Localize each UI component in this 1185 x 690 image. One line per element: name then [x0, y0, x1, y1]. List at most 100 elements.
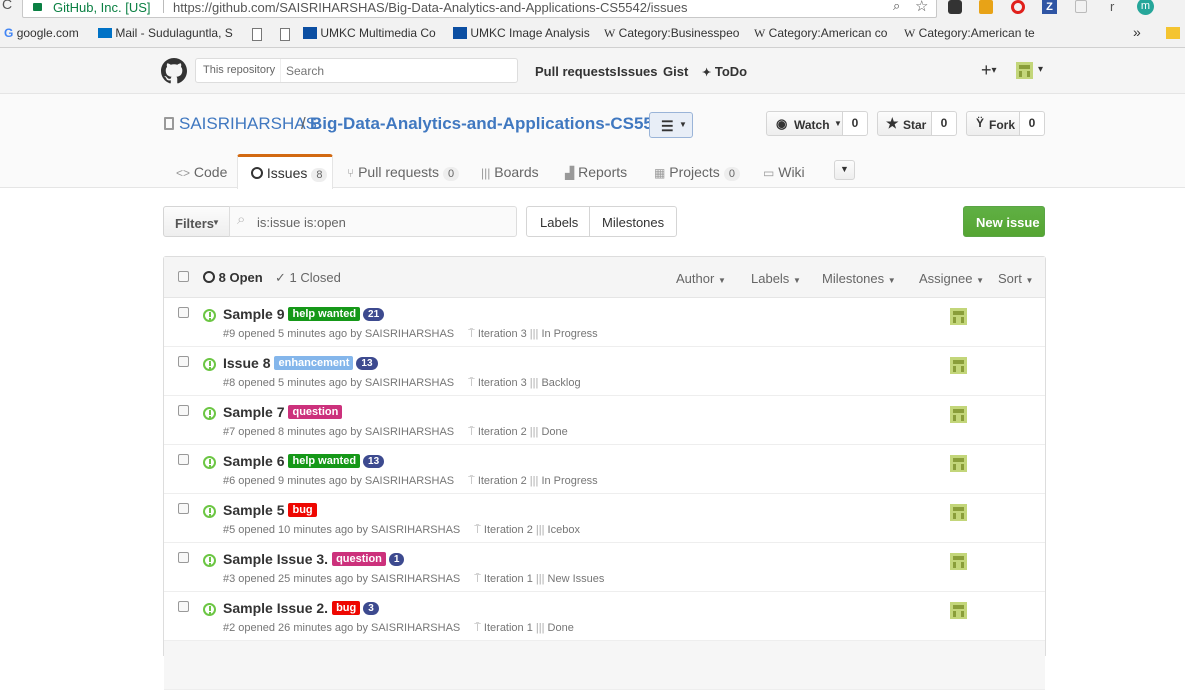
opera-icon[interactable]: [1011, 0, 1025, 14]
zoom-icon[interactable]: ⌕: [893, 0, 900, 14]
issue-title-link[interactable]: Sample 6: [223, 453, 284, 469]
page-icon[interactable]: [280, 28, 290, 41]
issue-iteration[interactable]: Iteration 2: [478, 475, 527, 487]
assignee-avatar[interactable]: [950, 553, 967, 570]
issue-iteration[interactable]: Iteration 3: [478, 328, 527, 340]
watch-count[interactable]: 0: [842, 111, 868, 136]
assignee-avatar[interactable]: [950, 602, 967, 619]
issue-label[interactable]: question: [288, 405, 343, 419]
issue-row[interactable]: Sample 6 help wanted 13 #6 opened 9 minutes…: [164, 445, 1045, 494]
issue-checkbox[interactable]: [178, 405, 189, 416]
issue-title-link[interactable]: Sample Issue 3.: [223, 551, 328, 567]
tab-reports[interactable]: ▟ Reports: [565, 160, 627, 188]
url-box[interactable]: GitHub, Inc. [US] https://github.com/SAI…: [22, 0, 937, 18]
star-count[interactable]: 0: [931, 111, 957, 136]
zotero-icon[interactable]: Z: [1042, 0, 1057, 14]
user-menu-button[interactable]: ▾: [1016, 62, 1050, 80]
bookmark-google[interactable]: G google.com: [4, 26, 94, 40]
milestones-filter[interactable]: Milestones ▼: [822, 271, 896, 286]
issue-row[interactable]: Sample Issue 3. question 1 #3 opened 25 min…: [164, 543, 1045, 592]
labels-button[interactable]: Labels: [526, 206, 590, 237]
repo-owner-link[interactable]: SAISRIHARSHAS: [179, 114, 317, 134]
issue-label[interactable]: question: [332, 552, 386, 566]
sort-filter[interactable]: Sort ▼: [998, 271, 1033, 286]
assignee-avatar[interactable]: [950, 455, 967, 472]
issue-checkbox[interactable]: [178, 454, 189, 465]
issue-title-link[interactable]: Issue 8: [223, 355, 270, 371]
issue-iteration[interactable]: Iteration 2: [484, 524, 533, 536]
repo-menu-button[interactable]: ☰ ▼: [649, 112, 693, 138]
issue-checkbox[interactable]: [178, 503, 189, 514]
repo-search[interactable]: This repository: [195, 58, 518, 83]
other-bookmarks-folder-icon[interactable]: [1166, 27, 1180, 39]
tab-code[interactable]: <> Code: [176, 160, 227, 188]
issue-row[interactable]: Issue 8 enhancement 13 #8 opened 5 minutes …: [164, 347, 1045, 396]
nav-todo[interactable]: ✦ ToDo: [702, 64, 747, 79]
watch-button[interactable]: ◉ Watch ▼: [766, 111, 843, 136]
search-input[interactable]: [286, 62, 506, 79]
issue-iteration[interactable]: Iteration 3: [478, 377, 527, 389]
assignee-avatar[interactable]: [950, 357, 967, 374]
issue-label[interactable]: enhancement: [274, 356, 354, 370]
profile-avatar[interactable]: m: [1137, 0, 1154, 15]
bookmark-umkc-multimedia[interactable]: UMKC Multimedia Co: [303, 26, 441, 40]
issue-iteration[interactable]: Iteration 1: [484, 622, 533, 634]
issue-row[interactable]: Sample 9 help wanted 21 #9 opened 5 minutes…: [164, 298, 1045, 347]
select-all-checkbox[interactable]: [178, 271, 189, 282]
author-filter[interactable]: Author ▼: [676, 271, 726, 286]
issue-label[interactable]: bug: [288, 503, 317, 517]
assignee-filter[interactable]: Assignee ▼: [919, 271, 984, 286]
create-new-button[interactable]: +▾: [981, 60, 997, 81]
labels-filter[interactable]: Labels ▼: [751, 271, 801, 286]
tab-issues[interactable]: Issues 8: [237, 154, 333, 189]
issue-row[interactable]: Sample 5 bug #5 opened 10 minutes ago by S…: [164, 494, 1045, 543]
fork-count[interactable]: 0: [1019, 111, 1045, 136]
more-tabs-button[interactable]: ▼: [834, 160, 855, 180]
bookmark-star-icon[interactable]: ☆: [915, 0, 928, 15]
nav-issues[interactable]: Issues: [617, 64, 657, 79]
assignee-avatar[interactable]: [950, 504, 967, 521]
tab-projects[interactable]: ▦ Projects 0: [654, 160, 740, 188]
nav-gist[interactable]: Gist: [663, 64, 688, 79]
extension-ghost-icon[interactable]: [948, 0, 962, 14]
reload-icon[interactable]: C: [2, 0, 12, 12]
closed-issues-link[interactable]: ✓ 1 Closed: [275, 270, 341, 286]
issue-iteration[interactable]: Iteration 1: [484, 573, 533, 585]
tab-boards[interactable]: ||| Boards: [481, 160, 539, 188]
assignee-avatar[interactable]: [950, 308, 967, 325]
issue-iteration[interactable]: Iteration 2: [478, 426, 527, 438]
extension-box-icon[interactable]: [979, 0, 993, 14]
issue-label[interactable]: help wanted: [288, 307, 361, 321]
tab-wiki[interactable]: ▭ Wiki: [763, 160, 805, 188]
bookmark-mail[interactable]: Mail - Sudulaguntla, S: [98, 26, 236, 40]
page-icon[interactable]: [252, 28, 262, 41]
profile-letter[interactable]: r: [1110, 0, 1114, 14]
issue-checkbox[interactable]: [178, 552, 189, 563]
nav-pull-requests[interactable]: Pull requests: [535, 64, 617, 79]
bookmarks-overflow-button[interactable]: »: [1133, 24, 1141, 40]
issue-checkbox[interactable]: [178, 601, 189, 612]
bookmark-wiki-1[interactable]: W Category:Businesspeo: [604, 26, 742, 41]
issue-checkbox[interactable]: [178, 356, 189, 367]
issue-title-link[interactable]: Sample 5: [223, 502, 284, 518]
repo-name-link[interactable]: Big-Data-Analytics-and-Applications-CS55…: [310, 114, 672, 134]
new-issue-button[interactable]: New issue: [963, 206, 1045, 237]
issue-row[interactable]: Sample 7 question #7 opened 8 minutes ago …: [164, 396, 1045, 445]
bookmark-wiki-3[interactable]: W Category:American te: [904, 26, 1042, 41]
assignee-avatar[interactable]: [950, 406, 967, 423]
bookmark-wiki-2[interactable]: W Category:American co: [754, 26, 892, 41]
issue-filter-input[interactable]: [257, 214, 507, 231]
issue-label[interactable]: bug: [332, 601, 361, 615]
bookmark-umkc-image[interactable]: UMKC Image Analysis: [453, 26, 591, 40]
milestones-button[interactable]: Milestones: [589, 206, 677, 237]
open-issues-link[interactable]: 8 Open: [203, 270, 263, 285]
issue-title-link[interactable]: Sample 9: [223, 306, 284, 322]
filters-button[interactable]: Filters ▼: [163, 206, 230, 237]
issue-title-link[interactable]: Sample 7: [223, 404, 284, 420]
tab-pull-requests[interactable]: ⑂ Pull requests 0: [347, 160, 460, 188]
issue-checkbox[interactable]: [178, 307, 189, 318]
issue-filter-field[interactable]: ⌕: [229, 206, 517, 237]
issue-title-link[interactable]: Sample Issue 2.: [223, 600, 328, 616]
issue-row[interactable]: Sample Issue 2. bug 3 #2 opened 26 minutes …: [164, 592, 1045, 641]
star-button[interactable]: ★ Star: [877, 111, 932, 136]
